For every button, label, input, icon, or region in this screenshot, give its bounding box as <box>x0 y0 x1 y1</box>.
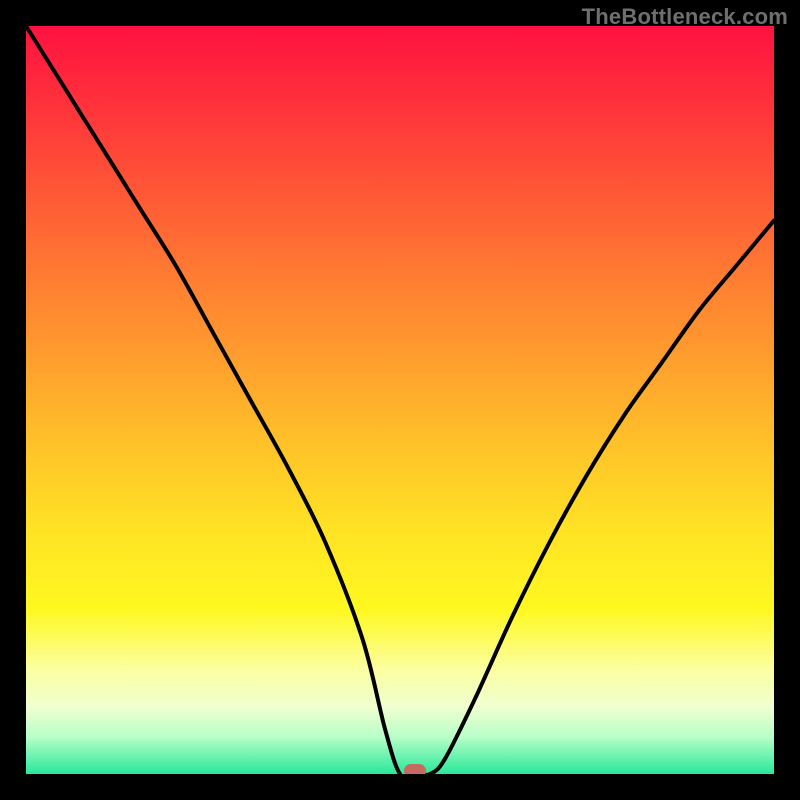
plot-area <box>26 26 774 774</box>
chart-frame: TheBottleneck.com <box>0 0 800 800</box>
optimal-point-marker <box>404 764 426 774</box>
bottleneck-curve <box>26 26 774 774</box>
